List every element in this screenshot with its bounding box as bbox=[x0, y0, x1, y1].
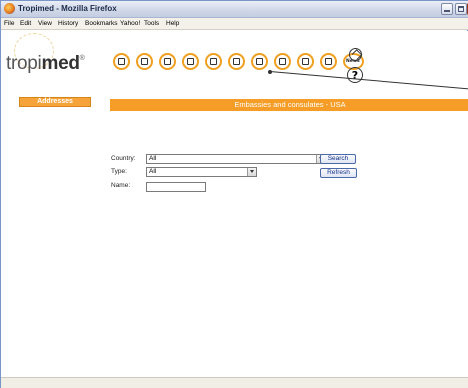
page-title: Embassies and consulates - USA bbox=[110, 99, 468, 111]
browser-window: Tropimed - Mozilla Firefox File Edit Vie… bbox=[0, 0, 468, 388]
status-bar bbox=[1, 377, 468, 388]
chevron-down-icon bbox=[247, 168, 256, 176]
name-label: Name: bbox=[111, 182, 131, 189]
menu-bookmarks[interactable]: Bookmarks bbox=[85, 20, 118, 27]
page-content: tropimed® News ? Addresses Embassies and… bbox=[2, 31, 468, 388]
syringe-icon[interactable] bbox=[136, 53, 153, 70]
maximize-button[interactable] bbox=[455, 3, 467, 15]
menu-file[interactable]: File bbox=[4, 20, 14, 27]
minimize-button[interactable] bbox=[441, 3, 453, 15]
help-icon[interactable]: ? bbox=[347, 67, 363, 83]
pointer-line bbox=[269, 71, 468, 90]
country-label: Country: bbox=[111, 155, 136, 162]
hospital-icon[interactable] bbox=[182, 53, 199, 70]
map-icon[interactable] bbox=[251, 53, 268, 70]
globe-icon[interactable] bbox=[113, 53, 130, 70]
name-input[interactable] bbox=[146, 182, 206, 192]
type-select[interactable]: All bbox=[146, 167, 257, 177]
first-aid-icon[interactable] bbox=[159, 53, 176, 70]
menu-history[interactable]: History bbox=[58, 20, 78, 27]
firefox-icon bbox=[4, 3, 15, 14]
home-icon[interactable] bbox=[349, 48, 362, 61]
passport-icon[interactable] bbox=[297, 53, 314, 70]
country-select[interactable]: All bbox=[146, 154, 326, 164]
document-icon[interactable] bbox=[228, 53, 245, 70]
book-icon[interactable] bbox=[320, 53, 337, 70]
type-label: Type: bbox=[111, 168, 127, 175]
refresh-button[interactable]: Refresh bbox=[320, 168, 357, 178]
menu-view[interactable]: View bbox=[38, 20, 52, 27]
menu-edit[interactable]: Edit bbox=[20, 20, 31, 27]
mountain-icon[interactable] bbox=[205, 53, 222, 70]
home-plus-icon[interactable] bbox=[274, 53, 291, 70]
title-bar: Tropimed - Mozilla Firefox bbox=[1, 1, 468, 18]
window-title: Tropimed - Mozilla Firefox bbox=[18, 4, 117, 13]
sidebar-item-addresses[interactable]: Addresses bbox=[19, 97, 91, 107]
menu-bar: File Edit View History Bookmarks Yahoo! … bbox=[1, 18, 468, 30]
tropimed-logo[interactable]: tropimed® bbox=[6, 53, 85, 75]
menu-tools[interactable]: Tools bbox=[144, 20, 159, 27]
search-button[interactable]: Search bbox=[320, 154, 356, 164]
menu-help[interactable]: Help bbox=[166, 20, 179, 27]
menu-yahoo[interactable]: Yahoo! bbox=[120, 20, 140, 27]
